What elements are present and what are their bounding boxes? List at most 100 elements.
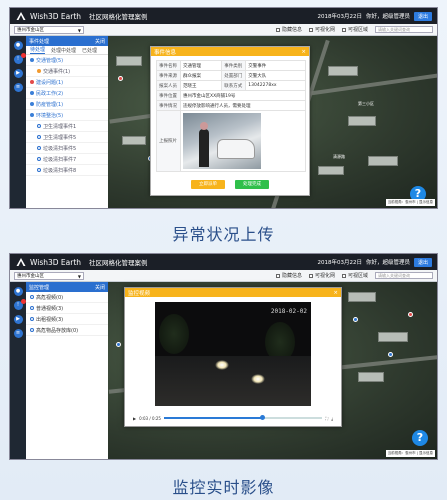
- close-icon[interactable]: ×: [301, 49, 306, 55]
- date-display: 2018年03月22日: [317, 260, 362, 266]
- tree-item[interactable]: 垃圾清扫事件5: [26, 143, 108, 154]
- status-dot-icon: [30, 317, 34, 321]
- map-building: [378, 332, 408, 342]
- check-label: 可视区域: [347, 27, 368, 33]
- field-label: 事件名称: [156, 60, 181, 71]
- search-input[interactable]: 请输入关键词查询: [375, 26, 433, 33]
- tree-item[interactable]: 建设问题(1): [26, 77, 108, 88]
- notification-badge: [20, 299, 26, 304]
- tree-item-label: 卫生清理事件5: [43, 134, 77, 141]
- dialog-actions: 立即派单 处理完成: [151, 180, 309, 189]
- fullscreen-icon[interactable]: ⛶: [325, 416, 328, 421]
- event-icon[interactable]: !: [13, 53, 26, 64]
- check-hide-info[interactable]: 隐藏信息: [275, 26, 302, 33]
- tree-item-label: 防疫管理(1): [36, 101, 64, 108]
- check-area[interactable]: 可视区域: [341, 26, 368, 33]
- panel-close-button[interactable]: 关闭: [95, 284, 105, 291]
- video-player[interactable]: 2018-02-02: [155, 302, 311, 406]
- progress-fill: [163, 417, 263, 419]
- progress-knob[interactable]: [260, 415, 266, 420]
- video-icon[interactable]: ▶: [13, 315, 23, 324]
- map-building: [318, 166, 344, 175]
- close-icon[interactable]: ×: [333, 290, 338, 296]
- map-building: [368, 156, 398, 166]
- system-title: 社区网格化管理案例: [89, 13, 148, 21]
- status-dot-icon: [37, 69, 41, 73]
- map-marker[interactable]: [118, 76, 123, 81]
- video-light: [215, 360, 229, 370]
- region-select[interactable]: 惠州市金山区 ▼: [14, 25, 84, 34]
- tree-item[interactable]: 卫生清理事件1: [26, 121, 108, 132]
- toolbar: 惠州市金山区 ▼ 隐藏信息 可视化网 可视区域 请输入关键词查询: [10, 270, 437, 282]
- video-icon[interactable]: ▶: [13, 69, 23, 78]
- tab-processing[interactable]: 处理中处理: [51, 47, 76, 54]
- form-row: 事件来源 群众报案 处置部门 交警大队: [156, 70, 306, 81]
- video-progress[interactable]: [163, 415, 323, 420]
- region-select[interactable]: 惠州市金山区 ▼: [14, 271, 84, 280]
- form-row: 事件情况 违规停放影响通行人员，需要处理: [156, 100, 306, 111]
- tree-item[interactable]: 卫生清理事件5: [26, 132, 108, 143]
- tree-item[interactable]: 防疫管理(1): [26, 99, 108, 110]
- tree-item[interactable]: 垃圾清扫事件7: [26, 154, 108, 165]
- tree-item-label: 建设问题(1): [36, 79, 64, 86]
- panel-tabs: 待处理 处理中处理 已处理: [26, 46, 108, 55]
- tree-item[interactable]: 高危物品存放库(0): [26, 325, 108, 336]
- checkbox-icon: [275, 273, 280, 278]
- chevron-down-icon: ▼: [77, 27, 81, 33]
- map-building: [358, 372, 384, 382]
- tree-item[interactable]: 垃圾清扫事件8: [26, 165, 108, 176]
- check-hide-info[interactable]: 隐藏信息: [275, 272, 302, 279]
- field-value: 群众报案: [179, 70, 223, 81]
- form-row: 报案人员 范晓王 联系方式 13042278xx: [156, 80, 306, 91]
- tree-item[interactable]: 高危视频(0): [26, 292, 108, 303]
- checkbox-icon: [341, 273, 346, 278]
- video-dialog: 监控视频 × 2018-02-02 ▶ 0:03 / 0:25 ⛶ ⤓: [124, 287, 342, 427]
- camera-marker[interactable]: [408, 312, 413, 317]
- download-icon[interactable]: ⤓: [331, 416, 333, 421]
- check-area[interactable]: 可视区域: [341, 272, 368, 279]
- logout-button[interactable]: 退出: [413, 11, 432, 21]
- screenshot-video-monitor: Wish3D Earth 社区网格化管理案例 2018年03月22日 你好，超级…: [9, 253, 438, 460]
- map-building: [122, 136, 146, 145]
- tab-pending[interactable]: 待处理: [30, 46, 46, 54]
- tree-item[interactable]: 民政工作(2): [26, 88, 108, 99]
- tree-item[interactable]: 环境整治(5): [26, 110, 108, 121]
- panel-close-button[interactable]: 关闭: [95, 38, 105, 45]
- status-bar: 当前视角：惠州市 | 显示信息: [385, 450, 435, 457]
- tab-done[interactable]: 已处理: [82, 47, 97, 54]
- tree-item[interactable]: 交通事件(1): [26, 66, 108, 77]
- tree-item[interactable]: 交通管理(5): [26, 55, 108, 66]
- camera-marker[interactable]: [116, 342, 121, 347]
- tree-item-label: 高危视频(0): [36, 294, 64, 301]
- tree-item[interactable]: 出租视频(3): [26, 314, 108, 325]
- field-value: 交警事件: [245, 60, 306, 71]
- status-dot-icon: [37, 135, 41, 139]
- complete-button[interactable]: 处理完成: [235, 180, 269, 189]
- left-rail: ● ! ▶ ≡: [10, 36, 26, 208]
- event-form: 事件名称 交通管理 事件类别 交警事件 事件来源 群众报案 处置部门 交警大队 报案人员 范晓…: [156, 60, 306, 172]
- check-grid[interactable]: 可视化网: [308, 272, 335, 279]
- field-value: 交警大队: [245, 70, 306, 81]
- search-input[interactable]: 请输入关键词查询: [375, 272, 433, 279]
- status-dot-icon: [30, 113, 34, 117]
- play-icon[interactable]: ▶: [133, 416, 136, 421]
- event-icon[interactable]: !: [13, 299, 26, 310]
- field-value: 交通管理: [179, 60, 223, 71]
- camera-marker[interactable]: [388, 352, 393, 357]
- layers-icon[interactable]: ≡: [13, 329, 23, 338]
- user-icon[interactable]: ●: [13, 41, 23, 50]
- field-value: 惠州市金山区XX商铺19号: [180, 90, 306, 101]
- dialog-title: 监控视频: [128, 290, 151, 297]
- check-grid[interactable]: 可视化网: [308, 26, 335, 33]
- layers-icon[interactable]: ≡: [13, 83, 23, 92]
- form-row: 上报照片: [156, 110, 306, 172]
- camera-marker[interactable]: [353, 317, 358, 322]
- report-photo[interactable]: [183, 113, 261, 169]
- user-icon[interactable]: ●: [13, 287, 23, 296]
- field-label: 报案人员: [156, 80, 181, 91]
- status-dot-icon: [30, 91, 34, 95]
- dispatch-button[interactable]: 立即派单: [191, 180, 225, 189]
- help-icon[interactable]: ?: [412, 430, 428, 446]
- logout-button[interactable]: 退出: [413, 257, 432, 267]
- tree-item[interactable]: 普通视频(3): [26, 303, 108, 314]
